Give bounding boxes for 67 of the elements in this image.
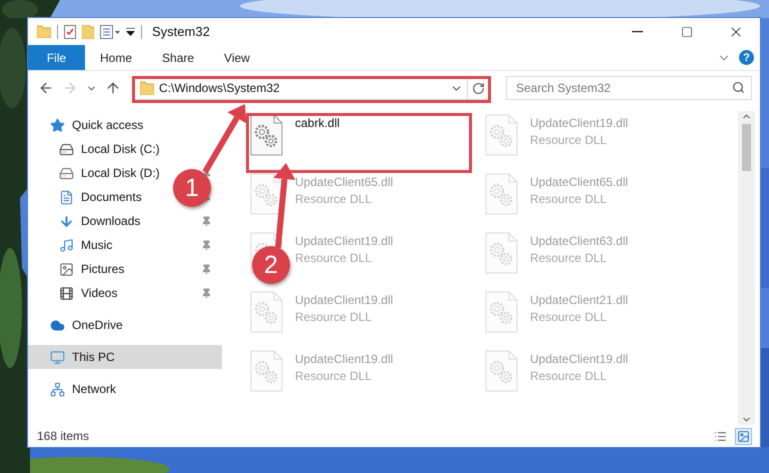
file-type: Resource DLL <box>295 251 373 265</box>
settings-file-icon <box>485 173 518 215</box>
maximize-icon <box>680 26 692 38</box>
sidebar-item[interactable]: Local Disk (D:) <box>81 166 160 180</box>
forward-arrow-icon <box>62 80 78 96</box>
cloud-icon <box>50 318 65 332</box>
large-icons-view-icon <box>737 430 750 442</box>
file-type: Resource DLL <box>295 310 373 324</box>
settings-file-icon <box>485 114 518 156</box>
sidebar-item[interactable]: Pictures <box>81 262 124 276</box>
file-type: Resource DLL <box>295 192 373 206</box>
item-count: 168 items <box>37 429 90 443</box>
film-icon <box>59 286 74 300</box>
settings-file-icon <box>485 350 518 392</box>
ribbon-tab[interactable]: View <box>209 45 265 70</box>
file-type: Resource DLL <box>530 133 608 147</box>
minimize-icon <box>632 30 643 32</box>
settings-file-icon <box>485 232 518 274</box>
drive-icon <box>59 166 74 180</box>
selected-sidebar-row[interactable]: This PC <box>28 345 222 369</box>
settings-file-icon <box>250 173 283 215</box>
scrollbar[interactable] <box>738 111 755 425</box>
file-type: Resource DLL <box>530 192 608 206</box>
ribbon-tab[interactable]: Home <box>85 45 148 70</box>
search-icon <box>732 81 745 94</box>
music-note-icon <box>59 238 74 252</box>
details-view-icon <box>714 430 727 442</box>
document-icon <box>59 190 74 204</box>
address-path: C:\Windows\System32 <box>159 81 281 95</box>
view-options-icon[interactable] <box>100 24 120 38</box>
ribbon-tab[interactable]: Share <box>147 45 210 70</box>
sidebar-item[interactable]: Documents <box>81 190 142 204</box>
view-button[interactable] <box>735 428 752 444</box>
address-bar[interactable]: C:\Windows\System32 <box>133 76 490 100</box>
sidebar-item[interactable]: Local Disk (C:) <box>81 142 160 156</box>
scroll-thumb[interactable] <box>742 124 751 171</box>
file-menu-tab[interactable]: File <box>28 45 85 70</box>
refresh-icon <box>472 82 485 94</box>
drive-icon <box>59 142 74 156</box>
picture-icon <box>59 262 74 276</box>
sidebar-item[interactable]: Music <box>81 238 112 252</box>
network-icon <box>50 382 65 396</box>
settings-file-icon <box>250 291 283 333</box>
sidebar-item[interactable]: Videos <box>81 286 118 300</box>
arrow <box>202 104 246 174</box>
sidebar-item[interactable]: This PC <box>72 350 115 364</box>
settings-file-icon <box>250 350 283 392</box>
star-icon <box>50 118 65 132</box>
monitor-icon <box>50 350 65 364</box>
folder-icon <box>140 81 154 95</box>
checklist-icon[interactable] <box>64 24 76 38</box>
sidebar-item[interactable]: Downloads <box>81 214 140 228</box>
window-title: System32 <box>152 24 210 39</box>
search-field[interactable]: Search System32 <box>506 76 752 100</box>
file-name[interactable]: cabrk.dll <box>295 116 340 130</box>
file-type: Resource DLL <box>530 369 608 383</box>
help-button[interactable]: ? <box>739 50 754 65</box>
settings-file-icon <box>485 291 518 333</box>
sidebar-item[interactable]: Network <box>72 382 116 396</box>
file-type: Resource DLL <box>295 369 373 383</box>
dropdown-icon[interactable] <box>126 28 135 36</box>
sidebar-item[interactable]: Quick access <box>72 118 144 132</box>
file-type: Resource DLL <box>530 310 608 324</box>
file-type: Resource DLL <box>530 251 608 265</box>
settings-file-icon <box>250 114 283 156</box>
sidebar-item[interactable]: OneDrive <box>72 318 123 332</box>
download-icon <box>59 214 74 228</box>
